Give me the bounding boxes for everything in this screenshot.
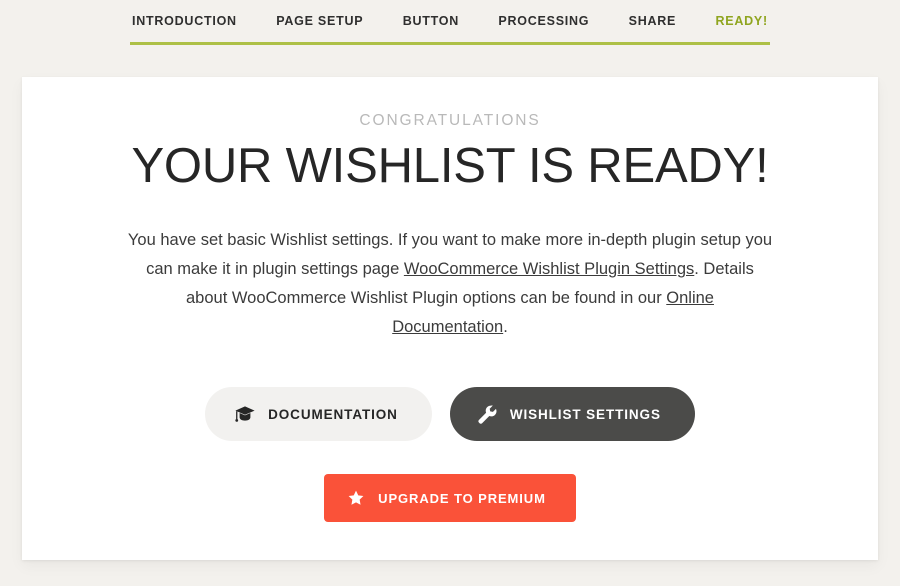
congratulations-label: CONGRATULATIONS — [359, 112, 541, 129]
wizard-step-introduction[interactable]: INTRODUCTION — [132, 15, 237, 28]
ready-description: You have set basic Wishlist settings. If… — [127, 194, 773, 342]
wizard-step-ready[interactable]: READY! — [716, 15, 768, 28]
description-text-part-3: . — [503, 318, 508, 337]
wishlist-settings-button[interactable]: WISHLIST SETTINGS — [449, 387, 695, 442]
upgrade-to-premium-button[interactable]: UPGRADE TO PREMIUM — [324, 474, 576, 523]
wishlist-settings-button-label: WISHLIST SETTINGS — [509, 406, 661, 422]
page-title: YOUR WISHLIST IS READY! — [131, 139, 769, 193]
wizard-step-list: INTRODUCTION PAGE SETUP BUTTON PROCESSIN… — [130, 0, 770, 42]
primary-action-row: DOCUMENTATION WISHLIST SETTINGS — [22, 387, 878, 442]
wrench-icon — [478, 405, 497, 424]
ready-card: CONGRATULATIONS YOUR WISHLIST IS READY! … — [22, 77, 878, 560]
documentation-button-label: DOCUMENTATION — [268, 406, 398, 422]
wizard-step-button[interactable]: BUTTON — [403, 15, 459, 28]
wishlist-plugin-settings-link[interactable]: WooCommerce Wishlist Plugin Settings — [404, 260, 694, 278]
wizard-step-page-setup[interactable]: PAGE SETUP — [276, 15, 363, 28]
star-icon — [348, 490, 364, 506]
wizard-step-share[interactable]: SHARE — [629, 15, 677, 28]
graduation-cap-icon — [235, 406, 255, 423]
wizard-step-processing[interactable]: PROCESSING — [498, 15, 589, 28]
wizard-step-nav: INTRODUCTION PAGE SETUP BUTTON PROCESSIN… — [130, 0, 770, 45]
documentation-button[interactable]: DOCUMENTATION — [205, 387, 432, 442]
upgrade-to-premium-button-label: UPGRADE TO PREMIUM — [378, 490, 546, 506]
upgrade-action-row: UPGRADE TO PREMIUM — [22, 474, 878, 523]
